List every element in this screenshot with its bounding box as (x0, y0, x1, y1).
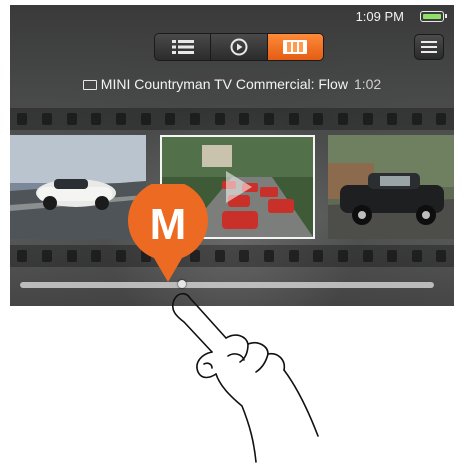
film-icon (82, 80, 97, 90)
scrub-position-marker: M (126, 180, 210, 284)
filmstrip-icon (283, 40, 308, 54)
hamburger-menu-icon (421, 41, 437, 53)
menu-button[interactable] (414, 34, 444, 60)
filmstrip-view-button[interactable] (267, 34, 323, 60)
film-perforation-bottom (10, 245, 454, 267)
video-frame-thumbnail[interactable] (328, 135, 454, 239)
film-perforation-top (10, 108, 454, 130)
status-bar: 1:09 PM (10, 5, 454, 29)
view-mode-switch (154, 33, 324, 61)
video-title: MINI Countryman TV Commercial: Flow (100, 76, 348, 92)
device-screen: 1:09 PM MINI Countryman TV Commercial: F… (10, 5, 454, 306)
marker-letter: M (149, 200, 187, 249)
list-icon (171, 40, 194, 54)
play-view-button[interactable] (211, 34, 268, 60)
play-icon (230, 38, 248, 56)
list-view-button[interactable] (155, 34, 212, 60)
video-title-row: MINI Countryman TV Commercial: Flow 1:02 (10, 76, 454, 92)
hand-gesture-icon (171, 292, 319, 463)
toolbar (10, 31, 454, 63)
battery-icon (420, 11, 447, 22)
status-time: 1:09 PM (355, 9, 404, 24)
video-duration: 1:02 (353, 76, 382, 92)
